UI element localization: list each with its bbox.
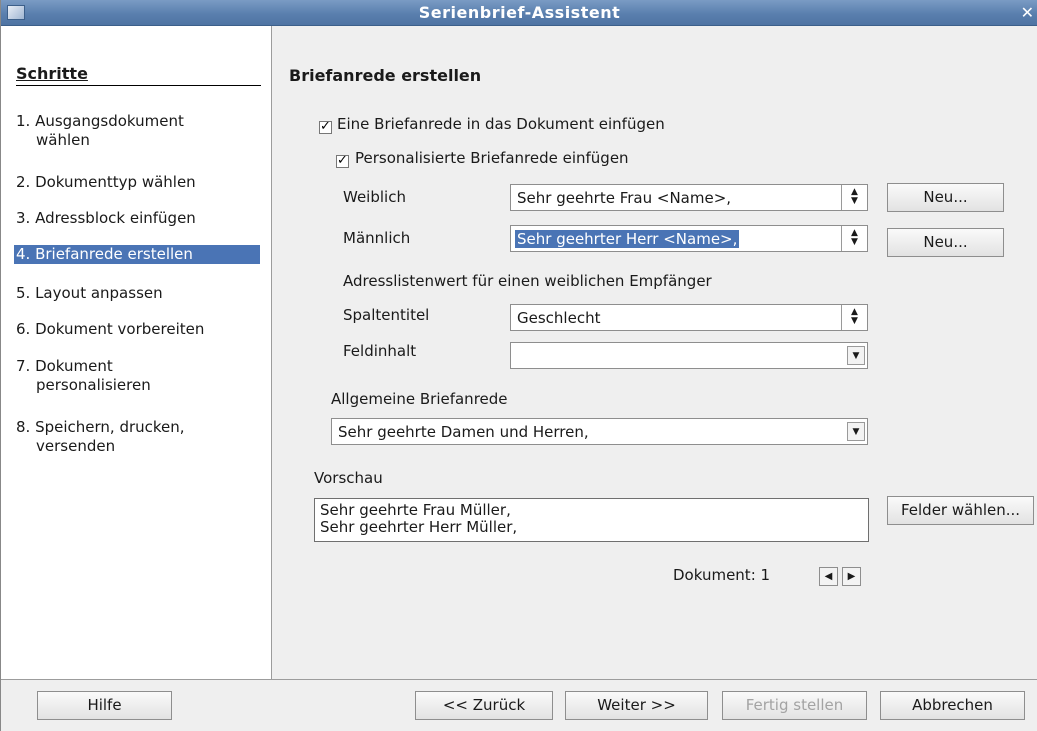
spin-button-icon[interactable]: ▲ ▼ <box>841 226 867 251</box>
new-female-button[interactable]: Neu... <box>887 183 1004 212</box>
spin-button-icon[interactable]: ▲ ▼ <box>841 305 867 330</box>
footer-bar: Hilfe << Zurück Weiter >> Fertig stellen… <box>1 679 1037 731</box>
insert-salutation-label: Eine Briefanrede in das Dokument einfüge… <box>337 115 665 133</box>
chevron-down-icon[interactable]: ▼ <box>847 422 865 441</box>
steps-heading: Schritte <box>16 64 261 86</box>
cancel-button[interactable]: Abbrechen <box>880 691 1025 720</box>
general-salutation-label: Allgemeine Briefanrede <box>331 390 508 408</box>
step-5[interactable]: 5. Layout anpassen <box>14 284 260 303</box>
insert-salutation-checkbox[interactable] <box>319 119 332 134</box>
triangle-right-icon[interactable]: ▶ <box>842 567 861 586</box>
field-content-label: Feldinhalt <box>343 342 417 360</box>
window-title: Serienbrief-Assistent <box>418 3 621 22</box>
male-salutation-field[interactable]: Sehr geehrter Herr <Name>, ▲ ▼ <box>510 225 868 252</box>
select-fields-button[interactable]: Felder wählen... <box>887 496 1034 525</box>
step-2[interactable]: 2. Dokumenttyp wählen <box>14 173 260 192</box>
new-male-button[interactable]: Neu... <box>887 228 1004 257</box>
male-label: Männlich <box>343 229 411 247</box>
preview-label: Vorschau <box>314 469 383 487</box>
preview-box: Sehr geehrte Frau Müller, Sehr geehrter … <box>314 498 869 542</box>
step-4[interactable]: 4. Briefanrede erstellen <box>14 245 260 264</box>
female-label: Weiblich <box>343 188 406 206</box>
chevron-down-icon[interactable]: ▼ <box>847 346 865 365</box>
next-button[interactable]: Weiter >> <box>565 691 708 720</box>
page-title: Briefanrede erstellen <box>289 66 482 85</box>
step-1[interactable]: 1. Ausgangsdokument wählen <box>14 112 260 150</box>
column-label: Spaltentitel <box>343 306 430 324</box>
help-button[interactable]: Hilfe <box>37 691 172 720</box>
triangle-left-icon[interactable]: ◀ <box>819 567 838 586</box>
step-7[interactable]: 7. Dokument personalisieren <box>14 357 260 395</box>
back-button[interactable]: << Zurück <box>415 691 553 720</box>
personalized-checkbox[interactable] <box>336 153 349 168</box>
field-content-dropdown[interactable]: ▼ <box>510 342 868 369</box>
step-3[interactable]: 3. Adressblock einfügen <box>14 209 260 228</box>
general-salutation-dropdown[interactable]: Sehr geehrte Damen und Herren, ▼ <box>331 418 868 445</box>
step-6[interactable]: 6. Dokument vorbereiten <box>14 320 260 339</box>
close-icon[interactable]: ✕ <box>1021 3 1034 22</box>
column-title-field[interactable]: Geschlecht ▲ ▼ <box>510 304 868 331</box>
document-counter: Dokument: 1 <box>673 566 771 584</box>
spin-button-icon[interactable]: ▲ ▼ <box>841 185 867 210</box>
steps-sidebar: Schritte 1. Ausgangsdokument wählen 2. D… <box>1 26 272 679</box>
finish-button: Fertig stellen <box>722 691 867 720</box>
step-8[interactable]: 8. Speichern, drucken, versenden <box>14 418 260 456</box>
address-list-hint: Adresslistenwert für einen weiblichen Em… <box>343 272 712 290</box>
personalized-label: Personalisierte Briefanrede einfügen <box>355 149 629 167</box>
dialog-window: Serienbrief-Assistent ✕ Schritte 1. Ausg… <box>0 0 1037 731</box>
main-panel: Briefanrede erstellen Eine Briefanrede i… <box>273 26 1037 679</box>
female-salutation-field[interactable]: Sehr geehrte Frau <Name>, ▲ ▼ <box>510 184 868 211</box>
title-bar: Serienbrief-Assistent ✕ <box>1 0 1037 26</box>
